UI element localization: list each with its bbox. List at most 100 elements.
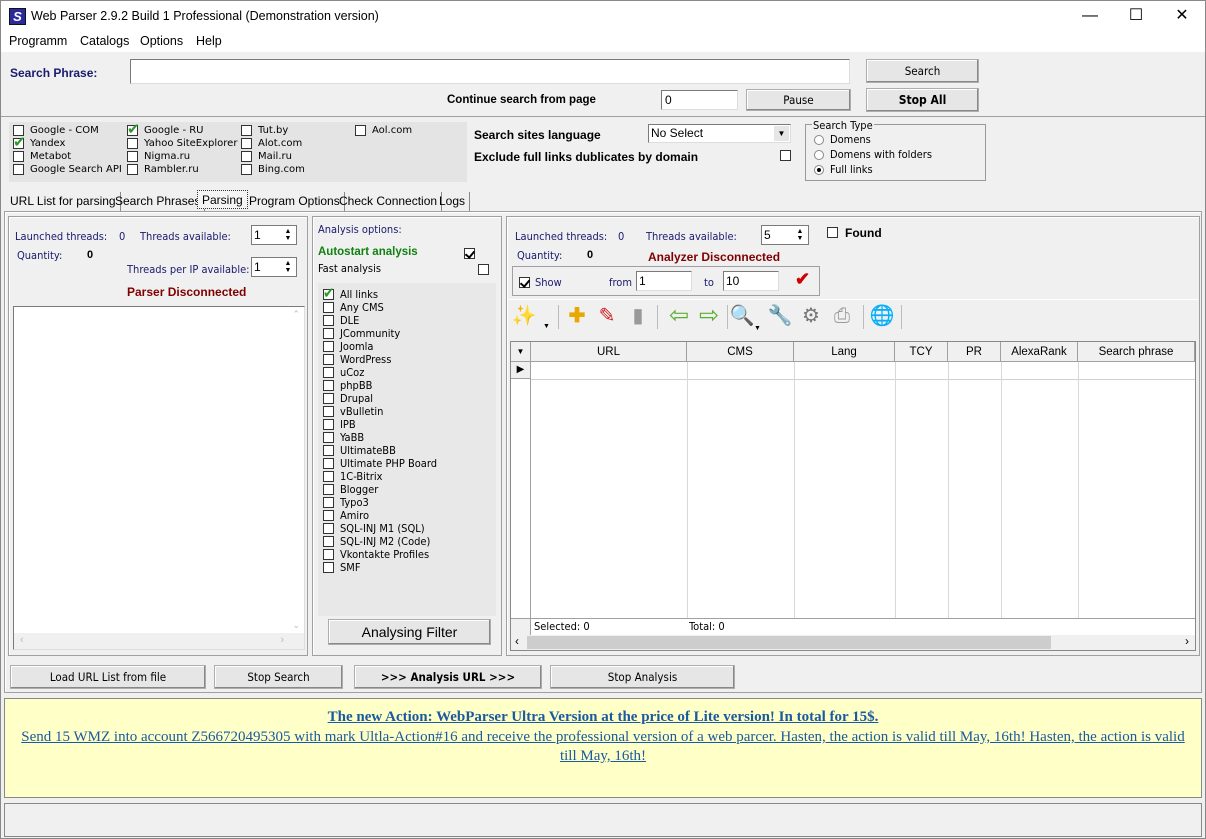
cms-filter-item[interactable]: Ultimate PHP Board [323, 457, 437, 470]
cms-filter-item[interactable]: DLE [323, 314, 437, 327]
engine-checkbox[interactable] [13, 164, 24, 175]
engine-option[interactable]: Rambler.ru [127, 163, 237, 176]
cms-checkbox[interactable] [323, 341, 334, 352]
scroll-right-icon[interactable]: › [280, 634, 284, 646]
cms-filter-item[interactable]: WordPress [323, 353, 437, 366]
cms-checkbox[interactable] [323, 562, 334, 573]
analysis-url-button[interactable]: >>> Analysis URL >>> [354, 665, 542, 689]
engine-checkbox[interactable] [127, 164, 138, 175]
engine-checkbox[interactable] [127, 138, 138, 149]
radio-full-links[interactable]: Full links [814, 163, 873, 176]
engine-checkbox[interactable] [241, 151, 252, 162]
grid-menu-icon[interactable]: ▼ [511, 342, 531, 362]
edit-document-icon[interactable]: ✎ [594, 303, 620, 329]
tab-logs[interactable]: Logs [435, 192, 471, 211]
cms-filter-item[interactable]: JCommunity [323, 327, 437, 340]
cms-checkbox[interactable] [323, 536, 334, 547]
cms-filter-item[interactable]: SQL-INJ M2 (Code) [323, 535, 437, 548]
stop-all-button[interactable]: Stop All [866, 88, 979, 112]
column-pr[interactable]: PR [948, 342, 1001, 362]
engine-option[interactable]: Nigma.ru [127, 150, 237, 163]
menu-options[interactable]: Options [140, 34, 183, 48]
cms-filter-item[interactable]: phpBB [323, 379, 437, 392]
fast-analysis-checkbox[interactable] [478, 264, 490, 275]
cms-checkbox[interactable] [323, 284, 334, 302]
search-button[interactable]: Search [866, 59, 979, 83]
spinner-arrows-icon[interactable]: ▲ ▼ [794, 228, 806, 242]
spinner-arrows-icon[interactable]: ▲ ▼ [282, 228, 294, 242]
engine-option[interactable]: Google Search API [13, 163, 122, 176]
engine-option[interactable]: Yandex [13, 133, 122, 151]
cms-filter-item[interactable]: Amiro [323, 509, 437, 522]
column-url[interactable]: URL [531, 342, 687, 362]
results-grid[interactable]: ▼ URL CMS Lang TCY PR AlexaRank Search p… [510, 341, 1196, 651]
autostart-checkbox[interactable] [464, 248, 475, 259]
show-checkbox[interactable] [519, 277, 530, 288]
cms-checkbox[interactable] [323, 406, 334, 417]
cms-checkbox[interactable] [323, 471, 334, 482]
engine-option[interactable]: Bing.com [241, 163, 305, 176]
engine-checkbox[interactable] [127, 151, 138, 162]
grid-horizontal-scrollbar[interactable]: ‹ › [511, 634, 1195, 650]
cms-filter-item[interactable]: IPB [323, 418, 437, 431]
engine-checkbox[interactable] [241, 164, 252, 175]
scroll-right-icon[interactable]: › [1185, 634, 1189, 648]
menu-help[interactable]: Help [196, 34, 222, 48]
engine-option[interactable]: Alot.com [241, 137, 305, 150]
tab-search-phrases[interactable]: Search Phrases [111, 192, 206, 211]
cms-checkbox[interactable] [323, 549, 334, 560]
radio-domens[interactable]: Domens [814, 133, 871, 146]
analyzer-threads-spinner[interactable]: 5 ▲ ▼ [761, 225, 809, 245]
search-phrase-input[interactable] [130, 59, 850, 84]
engine-option[interactable]: Metabot [13, 150, 122, 163]
from-input[interactable]: 1 [636, 271, 692, 291]
load-url-list-button[interactable]: Load URL List from file [10, 665, 206, 689]
print-icon[interactable]: ⎙ [829, 303, 855, 329]
cms-checkbox[interactable] [323, 458, 334, 469]
column-lang[interactable]: Lang [794, 342, 895, 362]
menu-programm[interactable]: Programm [9, 34, 67, 48]
cms-filter-item[interactable]: All links [323, 284, 437, 302]
engine-option[interactable]: Google - RU [127, 120, 237, 138]
threads-per-ip-spinner[interactable]: 1 ▲ ▼ [251, 257, 297, 277]
cms-checkbox[interactable] [323, 523, 334, 534]
arrow-left-icon[interactable]: ⇦ [666, 303, 692, 329]
folder-search-icon[interactable]: 🔍 [729, 303, 755, 329]
column-cms[interactable]: CMS [687, 342, 794, 362]
engine-checkbox[interactable] [241, 138, 252, 149]
cms-checkbox[interactable] [323, 302, 334, 313]
add-document-icon[interactable]: ✚ [564, 303, 590, 329]
cms-checkbox[interactable] [323, 367, 334, 378]
engine-checkbox[interactable] [241, 125, 252, 136]
promo-body-link[interactable]: Send 15 WMZ into account Z566720495305 w… [21, 729, 1184, 764]
engine-option[interactable]: Yahoo SiteExplorer [127, 137, 237, 150]
cms-checkbox[interactable] [323, 315, 334, 326]
horizontal-scrollbar[interactable]: ‹ › [14, 633, 304, 649]
parser-log-area[interactable]: ⌃ ⌄ ‹ › [13, 306, 305, 650]
engine-option[interactable]: Google - COM [13, 124, 122, 137]
engine-checkbox[interactable] [13, 151, 24, 162]
promo-headline-link[interactable]: The new Action: WebParser Ultra Version … [328, 709, 879, 725]
tab-program-options[interactable]: Program Options [245, 192, 345, 211]
cms-filter-item[interactable]: uCoz [323, 366, 437, 379]
parser-threads-spinner[interactable]: 1 ▲ ▼ [251, 225, 297, 245]
engine-option[interactable]: Mail.ru [241, 150, 305, 163]
tab-parsing[interactable]: Parsing [197, 190, 248, 209]
cms-checkbox[interactable] [323, 445, 334, 456]
stop-search-button[interactable]: Stop Search [214, 665, 343, 689]
cms-checkbox[interactable] [323, 497, 334, 508]
engine-checkbox[interactable] [355, 125, 366, 136]
chevron-down-icon[interactable]: ▼ [774, 126, 789, 141]
cms-filter-item[interactable]: Drupal [323, 392, 437, 405]
settings-tools-icon[interactable]: ⚙ [798, 303, 824, 329]
cms-checkbox[interactable] [323, 432, 334, 443]
cms-checkbox[interactable] [323, 354, 334, 365]
page-input[interactable]: 0 [661, 90, 738, 110]
analysing-filter-button[interactable]: Analysing Filter [328, 619, 491, 645]
column-tcy[interactable]: TCY [895, 342, 948, 362]
cms-checkbox[interactable] [323, 380, 334, 391]
cms-filter-item[interactable]: Any CMS [323, 301, 437, 314]
delete-document-icon[interactable]: ▮ [625, 303, 651, 329]
stop-analysis-button[interactable]: Stop Analysis [550, 665, 735, 689]
chevron-down-icon[interactable]: ▼ [754, 325, 761, 332]
